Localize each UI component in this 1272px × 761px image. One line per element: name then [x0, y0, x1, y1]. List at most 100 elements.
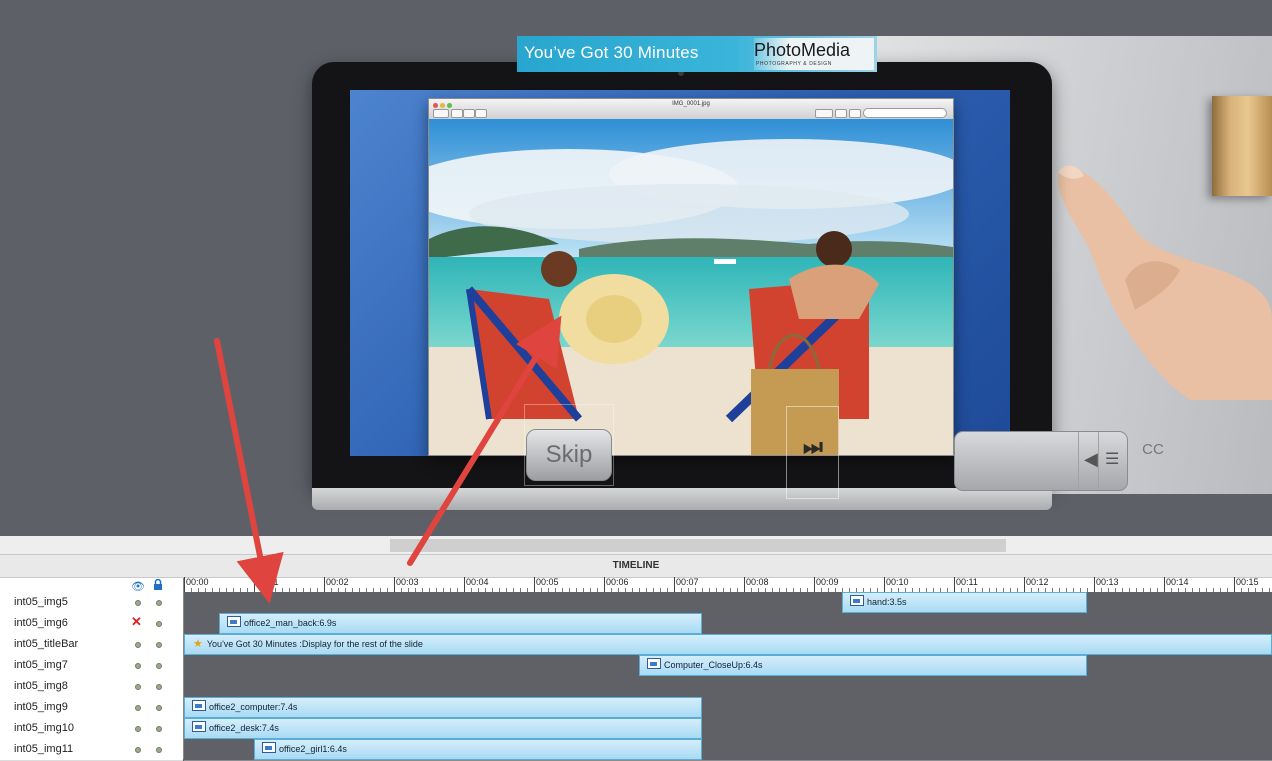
- timeline-bar-label: office2_man_back:6.9s: [244, 618, 337, 628]
- image-icon: [850, 595, 864, 606]
- ruler-major-tick: [184, 577, 185, 593]
- image-icon: [192, 721, 206, 732]
- timeline-layer-row[interactable]: int05_titleBar: [0, 634, 183, 656]
- ruler-major-tick: [394, 577, 395, 593]
- viewer-toolbar-button[interactable]: [815, 109, 833, 118]
- beach-photo: [429, 119, 953, 455]
- timeline-bar-label: office2_computer:7.4s: [209, 702, 298, 712]
- logo-text: PhotoMedia: [754, 40, 851, 60]
- layer-name: int05_img5: [14, 596, 68, 608]
- timeline-bar[interactable]: office2_man_back:6.9s: [219, 613, 702, 634]
- timeline-layer-row[interactable]: int05_img5: [0, 592, 183, 614]
- timeline-layer-row[interactable]: int05_img9: [0, 697, 183, 719]
- visibility-dot-icon[interactable]: [135, 684, 141, 690]
- title-banner-text: You’ve Got 30 Minutes: [524, 43, 699, 62]
- skip-button[interactable]: Skip: [526, 429, 612, 481]
- volume-divider: [1098, 432, 1099, 489]
- layer-name: int05_titleBar: [14, 638, 79, 650]
- ruler-major-tick: [1164, 577, 1165, 593]
- image-icon: [227, 616, 241, 627]
- layer-name: int05_img8: [14, 680, 68, 692]
- ruler-label: 00:12: [1026, 577, 1049, 587]
- lock-dot-icon[interactable]: [156, 747, 162, 753]
- viewer-title: IMG_0001.jpg: [672, 101, 710, 107]
- timeline-track[interactable]: [184, 592, 1272, 614]
- stage-scrollbar-thumb[interactable]: [390, 539, 1006, 552]
- timeline-bar-label: office2_girl1:6.4s: [279, 744, 347, 754]
- viewer-toolbar-button[interactable]: [433, 109, 449, 118]
- visibility-dot-icon[interactable]: [135, 663, 141, 669]
- timeline-bar[interactable]: office2_computer:7.4s: [184, 697, 702, 718]
- ruler-major-tick: [744, 577, 745, 593]
- ruler-label: 00:04: [466, 577, 489, 587]
- lock-dot-icon[interactable]: [156, 600, 162, 606]
- lock-dot-icon[interactable]: [156, 705, 162, 711]
- image-icon: [647, 658, 661, 669]
- viewer-toolbar-button[interactable]: [475, 109, 487, 118]
- ruler-label: 00:10: [886, 577, 909, 587]
- visibility-dot-icon[interactable]: [135, 705, 141, 711]
- visibility-dot-icon[interactable]: [135, 747, 141, 753]
- timeline-bar-label: hand:3.5s: [867, 597, 907, 607]
- viewer-toolbar-button[interactable]: [835, 109, 847, 118]
- lock-dot-icon[interactable]: [156, 726, 162, 732]
- ruler-major-tick: [674, 577, 675, 593]
- volume-control[interactable]: [954, 431, 1128, 491]
- timeline-layer-row[interactable]: int05_img11: [0, 739, 183, 761]
- viewer-toolbar-button[interactable]: [463, 109, 475, 118]
- lock-dot-icon[interactable]: [156, 684, 162, 690]
- layer-name: int05_img11: [14, 743, 74, 755]
- timeline-bar[interactable]: ★ You've Got 30 Minutes :Display for the …: [184, 634, 1272, 655]
- ruler-label: 00:15: [1236, 577, 1259, 587]
- ruler-major-tick: [534, 577, 535, 593]
- visibility-dot-icon[interactable]: [135, 726, 141, 732]
- timeline-bar[interactable]: hand:3.5s: [842, 592, 1087, 613]
- ruler-label: 00:09: [816, 577, 839, 587]
- visibility-dot-icon[interactable]: [135, 642, 141, 648]
- ruler-major-tick: [254, 577, 255, 593]
- logo-subtitle: PHOTOGRAPHY & DESIGN: [756, 61, 832, 67]
- layer-name: int05_img6: [14, 617, 68, 629]
- timeline-bar-label: You've Got 30 Minutes :Display for the r…: [206, 639, 423, 649]
- timeline-layer-row[interactable]: int05_img10: [0, 718, 183, 740]
- timeline-layer-row[interactable]: int05_img7: [0, 655, 183, 677]
- ruler-label: 00:06: [606, 577, 629, 587]
- image-icon: [262, 742, 276, 753]
- lock-icon[interactable]: [153, 579, 163, 590]
- viewer-toolbar-button[interactable]: [849, 109, 861, 118]
- hand-image[interactable]: [1040, 150, 1272, 400]
- hidden-x-icon[interactable]: ✕: [131, 614, 142, 630]
- lock-dot-icon[interactable]: [156, 642, 162, 648]
- timeline-bar[interactable]: office2_desk:7.4s: [184, 718, 702, 739]
- timeline-bar[interactable]: office2_girl1:6.4s: [254, 739, 702, 760]
- ruler-label: 00:14: [1166, 577, 1189, 587]
- ruler-major-tick: [1094, 577, 1095, 593]
- ruler-label: 00:11: [956, 577, 978, 587]
- ruler-label: 00:05: [536, 577, 559, 587]
- viewer-search-field[interactable]: [863, 108, 947, 118]
- next-icon: ⏭: [803, 434, 823, 459]
- speaker-icon[interactable]: ◀: [1084, 449, 1098, 470]
- viewer-toolbar-button[interactable]: [451, 109, 463, 118]
- ruler-major-tick: [1024, 577, 1025, 593]
- image-viewer-window[interactable]: IMG_0001.jpg: [428, 98, 954, 456]
- ruler-major-tick: [324, 577, 325, 593]
- timeline-layer-row[interactable]: int05_img8: [0, 676, 183, 698]
- title-banner[interactable]: You’ve Got 30 Minutes PhotoMedia PHOTOGR…: [517, 36, 877, 72]
- timeline-bar[interactable]: Computer_CloseUp:6.4s: [639, 655, 1087, 676]
- lock-dot-icon[interactable]: [156, 663, 162, 669]
- ruler-label: 00:07: [676, 577, 699, 587]
- cc-button[interactable]: CC: [1133, 433, 1173, 473]
- ruler-label: 00:13: [1096, 577, 1119, 587]
- timeline-layer-row[interactable]: int05_img6 ✕: [0, 613, 183, 635]
- photomedia-logo: PhotoMedia PHOTOGRAPHY & DESIGN: [754, 38, 874, 70]
- lock-dot-icon[interactable]: [156, 621, 162, 627]
- menu-lines-icon[interactable]: ☰: [1105, 449, 1119, 469]
- timeline-bar-label: Computer_CloseUp:6.4s: [664, 660, 763, 670]
- image-icon: [192, 700, 206, 711]
- ruler-major-tick: [814, 577, 815, 593]
- ruler-major-tick: [884, 577, 885, 593]
- visibility-dot-icon[interactable]: [135, 600, 141, 606]
- ruler-label: 00:00: [186, 577, 209, 587]
- timeline-track[interactable]: [184, 676, 1272, 698]
